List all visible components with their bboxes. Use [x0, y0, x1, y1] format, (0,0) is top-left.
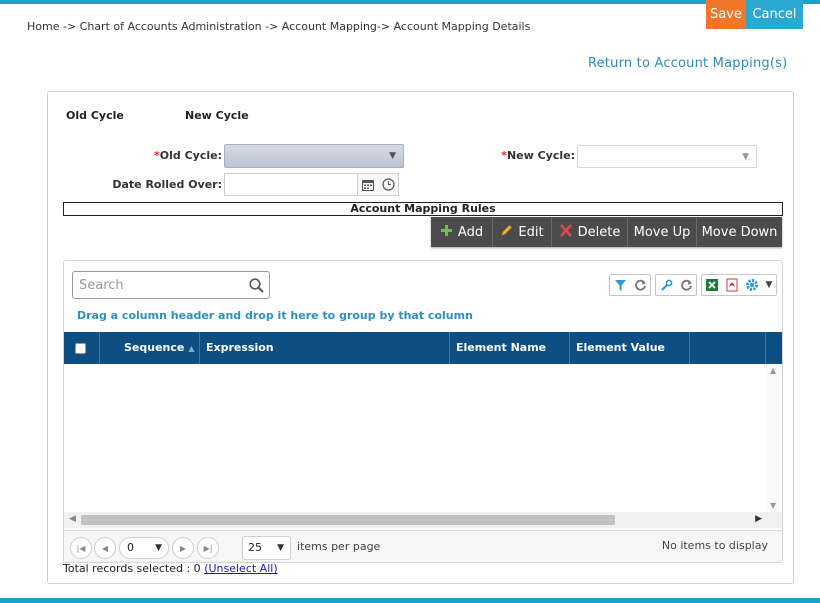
search-input[interactable]	[77, 276, 245, 294]
save-button[interactable]: Save	[706, 0, 746, 29]
chevron-down-icon: ▼	[155, 543, 162, 553]
grid-tool-buttons: ▼	[609, 274, 777, 296]
scroll-left-icon[interactable]: ◀	[69, 514, 76, 524]
plus-icon	[440, 224, 453, 241]
delete-x-icon	[559, 223, 573, 241]
date-rolled-over-input[interactable]	[224, 173, 358, 196]
last-page-button[interactable]: ▶|	[197, 537, 219, 559]
move-up-button[interactable]: Move Up	[628, 217, 697, 247]
horizontal-scroll-thumb[interactable]	[81, 515, 615, 525]
date-picker-buttons	[357, 173, 399, 196]
grid-header-row: Sequence ▲ Expression Element Name Elemen…	[64, 332, 782, 364]
date-rolled-over-label: Date Rolled Over:	[112, 178, 222, 191]
column-header-element-name[interactable]: Element Name	[450, 332, 570, 364]
edit-button[interactable]: Edit	[493, 217, 552, 247]
search-icon[interactable]	[249, 278, 264, 297]
column-header-element-value[interactable]: Element Value	[570, 332, 690, 364]
bottom-accent-bar	[0, 598, 820, 603]
pdf-icon[interactable]	[722, 275, 742, 295]
scroll-up-icon[interactable]: ▲	[770, 366, 776, 375]
chevron-down-icon: ▼	[742, 152, 749, 162]
no-items-message: No items to display	[661, 539, 768, 552]
scroll-right-icon[interactable]: ▶	[755, 514, 762, 524]
new-cycle-tab[interactable]: New Cycle	[185, 109, 249, 122]
add-button[interactable]: Add	[431, 217, 493, 247]
account-mapping-rules-title: Account Mapping Rules	[63, 202, 783, 216]
export-tool-group: ▼	[701, 274, 777, 296]
column-header-expression[interactable]: Expression	[200, 332, 450, 364]
vertical-scrollbar[interactable]: ▲ ▼	[766, 364, 782, 512]
column-header-scroll-spacer	[766, 332, 782, 364]
select-all-column	[64, 332, 100, 364]
group-by-hint: Drag a column header and drop it here to…	[77, 309, 473, 322]
delete-button[interactable]: Delete	[552, 217, 628, 247]
excel-icon[interactable]	[702, 275, 722, 295]
first-page-button[interactable]: |◀	[70, 537, 92, 559]
sort-arrow-icon: ▲	[188, 344, 195, 353]
new-cycle-label: *New Cycle:	[501, 149, 575, 162]
filter-icon[interactable]	[610, 275, 630, 295]
total-records-selected: Total records selected : 0 (Unselect All…	[63, 562, 278, 575]
new-cycle-dropdown[interactable]: ▼	[577, 145, 757, 168]
grid-pager: |◀ ◀ 0 ▼ ▶ ▶| 25 ▼ items per page No items…	[64, 530, 782, 562]
unselect-all-link[interactable]: (Unselect All)	[204, 562, 277, 575]
return-to-account-mappings-link[interactable]: Return to Account Mapping(s)	[588, 56, 787, 71]
next-page-button[interactable]: ▶	[172, 537, 194, 559]
last-page-icon: ▶|	[203, 543, 213, 553]
top-accent-bar	[0, 0, 820, 4]
old-cycle-dropdown[interactable]: ▼	[224, 144, 404, 168]
column-header-extra[interactable]	[690, 332, 766, 364]
breadcrumb: Home -> Chart of Accounts Administration…	[27, 20, 531, 33]
reset-filter-icon[interactable]	[630, 275, 650, 295]
chevron-down-icon: ▼	[277, 543, 284, 553]
cancel-button[interactable]: Cancel	[746, 0, 803, 29]
column-header-sequence[interactable]: Sequence ▲	[100, 332, 200, 364]
grid-search	[72, 271, 270, 299]
refresh-icon[interactable]	[676, 275, 696, 295]
items-per-page-label: items per page	[297, 540, 381, 553]
select-all-checkbox[interactable]	[75, 342, 86, 354]
calendar-icon[interactable]	[358, 174, 378, 195]
old-cycle-tab[interactable]: Old Cycle	[66, 109, 124, 122]
rules-toolbar: Add Edit Delete Move Up Move Down	[431, 217, 782, 247]
previous-page-button[interactable]: ◀	[94, 537, 116, 559]
filter-tool-group	[609, 274, 651, 296]
chevron-down-icon: ▼	[389, 151, 396, 161]
previous-page-icon: ◀	[101, 543, 109, 553]
page-number-select[interactable]: 0 ▼	[119, 537, 169, 559]
first-page-icon: |◀	[76, 543, 86, 553]
pencil-icon	[500, 224, 513, 241]
move-down-button[interactable]: Move Down	[697, 217, 782, 247]
chevron-down-icon[interactable]: ▼	[762, 275, 776, 295]
clock-icon[interactable]	[378, 174, 398, 195]
next-page-icon: ▶	[179, 543, 187, 553]
column-tool-group	[655, 274, 697, 296]
wrench-icon[interactable]	[656, 275, 676, 295]
horizontal-scrollbar[interactable]: ◀ ▶	[64, 512, 782, 528]
page-size-select[interactable]: 25 ▼	[242, 536, 291, 560]
settings-gear-icon[interactable]	[742, 275, 762, 295]
old-cycle-label: *Old Cycle:	[154, 149, 222, 162]
scroll-down-icon[interactable]: ▼	[770, 501, 776, 510]
